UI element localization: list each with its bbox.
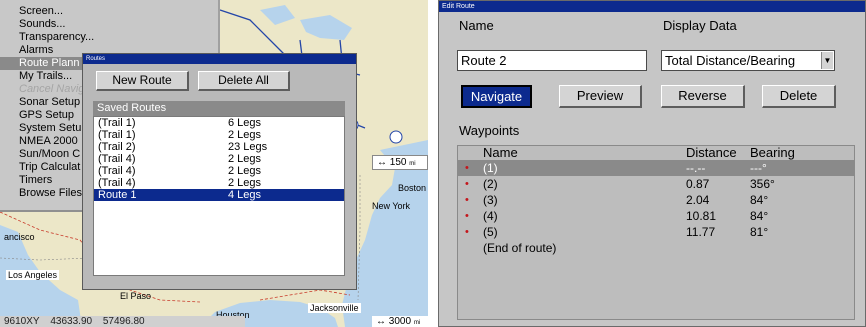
waypoint-dot-icon: • [465,162,469,174]
scale-value: 3000 [388,316,412,327]
coordinate-readout: 9610XY 43633.90 57496.80 [0,316,245,327]
waypoint-name: (2) [483,177,498,191]
route-legs: 6 Legs [228,117,262,129]
route-legs: 2 Legs [228,165,262,177]
waypoint-row[interactable]: • (4) 10.81 84° [458,208,854,224]
waypoints-header: Name Distance Bearing [458,146,854,160]
waypoints-list[interactable]: Name Distance Bearing • (1) --.-- ---° • (2) 0… [457,145,855,320]
column-header-name: Name [483,145,518,160]
display-data-select[interactable]: Total Distance/Bearing ▼ [661,50,835,71]
end-of-route-row: (End of route) [458,240,854,256]
scale-value: 150 [389,157,407,168]
waypoint-row[interactable]: • (5) 11.77 81° [458,224,854,240]
scale-unit: mi [413,320,421,326]
waypoint-distance: 11.77 [686,225,716,239]
display-data-label: Display Data [663,18,737,33]
route-legs: 2 Legs [228,177,262,189]
menu-item[interactable]: Sounds... [0,18,218,31]
route-name: (Trail 4) [98,165,136,177]
route-name: (Trail 1) [98,117,136,129]
waypoint-distance: --.-- [686,161,706,175]
waypoint-distance: 0.87 [686,177,710,191]
edit-route-title: Edit Route [439,1,865,12]
waypoint-dot-icon: • [465,194,469,206]
waypoint-dot-icon: • [465,226,469,238]
waypoint-bearing: ---° [750,161,767,175]
route-legs: 23 Legs [228,141,268,153]
route-legs: 2 Legs [228,153,262,165]
map-label-los-angeles: Los Angeles [6,270,60,280]
map-label-francisco: ancisco [4,232,35,242]
saved-route-row[interactable]: (Trail 1) 2 Legs [94,129,344,141]
waypoint-row[interactable]: • (3) 2.04 84° [458,192,854,208]
name-label: Name [459,18,494,33]
delete-button[interactable]: Delete [762,85,836,108]
route-name: (Trail 4) [98,153,136,165]
saved-route-row[interactable]: (Trail 4) 2 Legs [94,165,344,177]
waypoint-distance: 2.04 [686,193,710,207]
scale-arrow-icon: ↔ [377,157,387,168]
scale-arrow-icon: ↔ [376,316,386,327]
route-name-field[interactable]: Route 2 [457,50,647,71]
panel-divider [428,0,438,327]
saved-route-row[interactable]: (Trail 2) 23 Legs [94,141,344,153]
waypoint-bearing: 84° [750,209,769,223]
waypoint-bearing: 81° [750,225,769,239]
waypoint-name: (5) [483,225,498,239]
coord-x: 43633.90 [50,316,93,327]
delete-all-button[interactable]: Delete All [198,71,290,91]
map-scale-indicator-bottom: ↔ 3000 mi [372,316,428,327]
route-name: (Trail 1) [98,129,136,141]
saved-routes-header: Saved Routes [93,101,345,116]
end-of-route-text: (End of route) [483,241,557,255]
saved-route-row[interactable]: Route 1 4 Legs [94,189,344,201]
navigate-button[interactable]: Navigate [461,85,532,108]
waypoint-row[interactable]: • (1) --.-- ---° [458,160,854,176]
route-legs: 2 Legs [228,129,262,141]
saved-routes-list[interactable]: (Trail 1) 6 Legs (Trail 1) 2 Legs (Trail 2) 2… [93,116,345,276]
edit-route-dialog: Edit Route Name Route 2 Display Data Tot… [438,0,866,327]
map-label-jacksonville: Jacksonville [308,303,361,313]
route-legs: 4 Legs [228,189,262,201]
routes-dialog: Routes New Route Delete All Saved Routes… [82,53,357,290]
route-name: Route 1 [98,189,137,201]
waypoint-bearing: 356° [750,177,775,191]
waypoint-dot-icon: • [465,178,469,190]
saved-route-row[interactable]: (Trail 4) 2 Legs [94,153,344,165]
map-label-new-york: New York [372,201,411,211]
new-route-button[interactable]: New Route [96,71,189,91]
waypoint-name: (4) [483,209,498,223]
menu-item[interactable]: Transparency... [0,31,218,44]
saved-route-row[interactable]: (Trail 4) 2 Legs [94,177,344,189]
map-label-boston: Boston [398,183,427,193]
waypoints-label: Waypoints [459,123,520,138]
waypoint-distance: 10.81 [686,209,717,223]
route-name: (Trail 4) [98,177,136,189]
dropdown-arrow-icon[interactable]: ▼ [821,52,833,69]
routes-dialog-title: Routes [83,54,356,64]
coord-grid: 9610XY [4,316,40,327]
column-header-distance: Distance [686,145,737,160]
waypoint-dot-icon: • [465,210,469,222]
preview-button[interactable]: Preview [559,85,642,108]
reverse-button[interactable]: Reverse [661,85,745,108]
display-data-value: Total Distance/Bearing [665,53,796,68]
saved-route-row[interactable]: (Trail 1) 6 Legs [94,117,344,129]
route-name: (Trail 2) [98,141,136,153]
map-label-el-paso: El Paso [120,291,152,301]
waypoint-row[interactable]: • (2) 0.87 356° [458,176,854,192]
column-header-bearing: Bearing [750,145,795,160]
menu-item[interactable]: Screen... [0,5,218,18]
scale-unit: mi [409,161,416,167]
coord-y: 57496.80 [102,316,145,327]
waypoint-bearing: 84° [750,193,769,207]
map-scale-indicator: ↔ 150 mi [372,155,428,170]
map-screen-panel: Boston New York ancisco Los Angeles El P… [0,0,428,327]
waypoint-name: (1) [483,161,498,175]
waypoint-name: (3) [483,193,498,207]
